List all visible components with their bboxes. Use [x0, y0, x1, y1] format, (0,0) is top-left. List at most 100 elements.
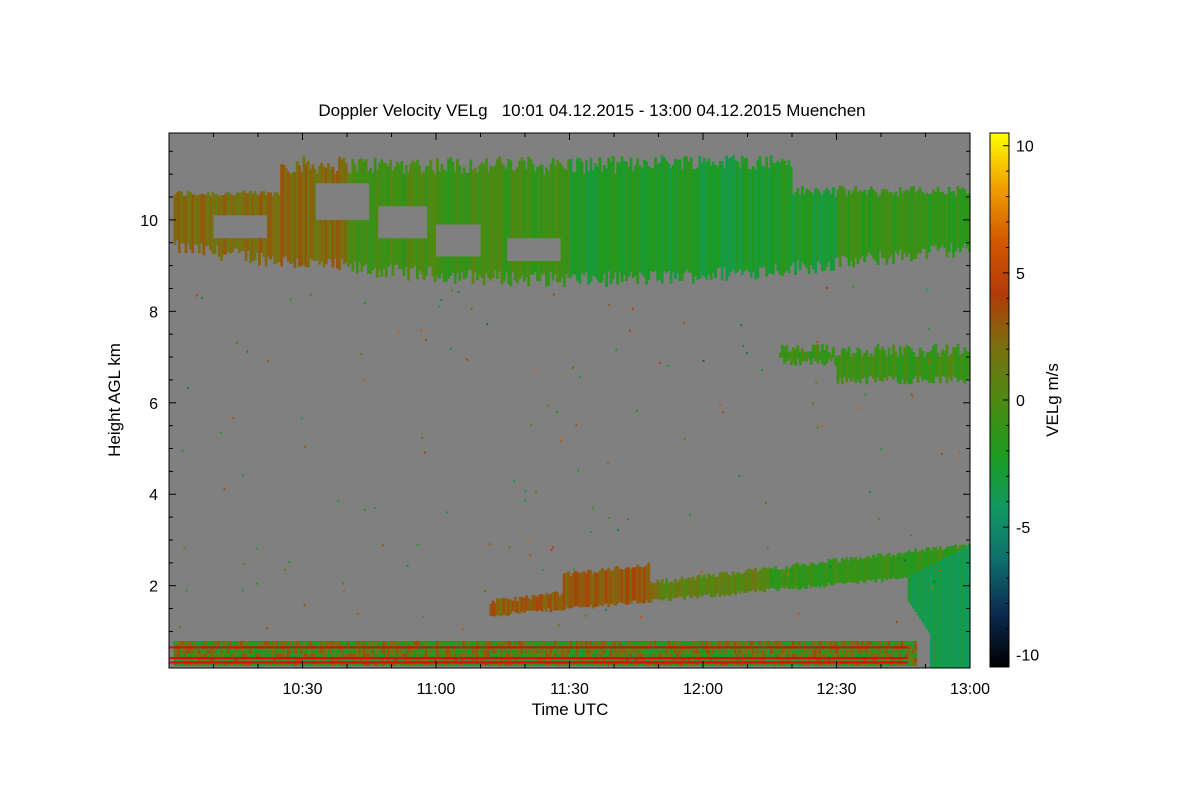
- speckle: [592, 506, 595, 509]
- speckle: [485, 323, 488, 326]
- colorbar: 10 5 0 -5 -10 VELg m/s: [989, 132, 1062, 668]
- speckle: [829, 565, 832, 568]
- speckle: [243, 563, 246, 566]
- x-axis-label: Time UTC: [532, 700, 609, 719]
- speckle: [360, 353, 363, 356]
- speckle: [590, 531, 593, 534]
- speckle: [721, 411, 724, 414]
- speckle: [869, 491, 872, 494]
- speckle: [766, 546, 769, 549]
- speckle: [470, 307, 473, 310]
- speckle: [552, 546, 555, 549]
- speckle: [931, 586, 934, 589]
- speckle: [550, 548, 553, 551]
- speckle: [579, 376, 582, 379]
- speckle: [617, 529, 620, 532]
- speckle: [910, 393, 913, 396]
- speckle: [446, 511, 449, 514]
- x-tick-label: 13:00: [950, 681, 990, 698]
- x-tick-label: 10:30: [282, 681, 322, 698]
- speckle: [422, 615, 425, 618]
- speckle: [440, 299, 443, 302]
- speckle: [424, 451, 427, 454]
- speckle: [255, 582, 258, 585]
- y-tick-label: 10: [140, 213, 158, 230]
- speckle: [266, 627, 269, 630]
- speckle: [700, 569, 703, 572]
- speckle: [529, 554, 532, 557]
- speckle: [524, 499, 527, 502]
- speckle: [659, 361, 662, 364]
- speckle: [761, 368, 764, 371]
- boundary-layer-cell: [914, 661, 918, 666]
- speckle: [864, 393, 867, 396]
- speckle: [857, 407, 860, 410]
- speckle: [289, 298, 292, 301]
- colorbar-tick-label: -10: [1016, 647, 1039, 664]
- y-tick-label: 6: [149, 396, 158, 413]
- speckle: [535, 491, 538, 494]
- speckle: [719, 403, 722, 406]
- speckle: [852, 285, 855, 288]
- speckle: [466, 358, 469, 361]
- speckle: [575, 424, 578, 427]
- speckle: [513, 480, 516, 483]
- speckle: [363, 302, 366, 305]
- speckle: [787, 573, 790, 576]
- speckle: [909, 534, 912, 537]
- speckle: [246, 350, 249, 353]
- speckle: [683, 321, 686, 324]
- boundary-layer-cell: [914, 641, 918, 646]
- speckle: [880, 448, 883, 451]
- x-tick-label: 11:30: [550, 681, 589, 698]
- cirrus-gap-patch: [315, 183, 370, 220]
- speckle: [745, 352, 748, 355]
- colorbar-tick-label: -5: [1016, 520, 1030, 537]
- speckle: [420, 329, 423, 332]
- x-tick-label: 11:00: [417, 681, 456, 698]
- cirrus-gap-patch: [378, 206, 428, 239]
- speckle: [702, 359, 705, 362]
- speckle: [607, 517, 610, 520]
- speckle: [381, 544, 384, 547]
- boundary-layer-cell: [914, 645, 918, 650]
- speckle: [530, 423, 533, 426]
- speckle: [572, 366, 575, 369]
- speckle: [666, 364, 669, 367]
- boundary-layer-cell: [914, 653, 918, 658]
- speckle: [926, 288, 929, 291]
- speckle: [632, 307, 635, 310]
- speckle: [449, 347, 452, 350]
- speckle: [241, 474, 244, 477]
- speckle: [627, 518, 630, 521]
- speckle: [406, 564, 409, 567]
- speckle: [363, 378, 366, 381]
- y-axis-label: Height AGL km: [105, 343, 124, 457]
- speckle: [195, 294, 198, 297]
- speckle: [185, 589, 188, 592]
- speckle: [178, 626, 181, 629]
- speckle: [742, 344, 745, 347]
- speckle: [219, 431, 222, 434]
- chart-title: Doppler Velocity VELg 10:01 04.12.2015 -…: [318, 101, 865, 120]
- speckle: [605, 608, 608, 611]
- speckle: [738, 475, 741, 478]
- x-tick-label: 12:30: [816, 681, 856, 698]
- speckle: [815, 381, 818, 384]
- speckle: [457, 291, 460, 294]
- speckle: [640, 616, 643, 619]
- speckle: [534, 369, 537, 372]
- y-tick-label: 2: [149, 579, 158, 596]
- speckle: [816, 340, 819, 343]
- cirrus-gap-patch: [213, 215, 267, 239]
- speckle: [304, 445, 307, 448]
- speckle: [303, 603, 306, 606]
- speckle: [241, 589, 244, 592]
- speckle: [397, 331, 400, 334]
- speckle: [796, 583, 799, 586]
- speckle: [940, 452, 943, 455]
- speckle: [235, 341, 238, 344]
- speckle: [183, 547, 186, 550]
- cirrus-gap-patch: [507, 238, 561, 262]
- speckle: [542, 568, 545, 571]
